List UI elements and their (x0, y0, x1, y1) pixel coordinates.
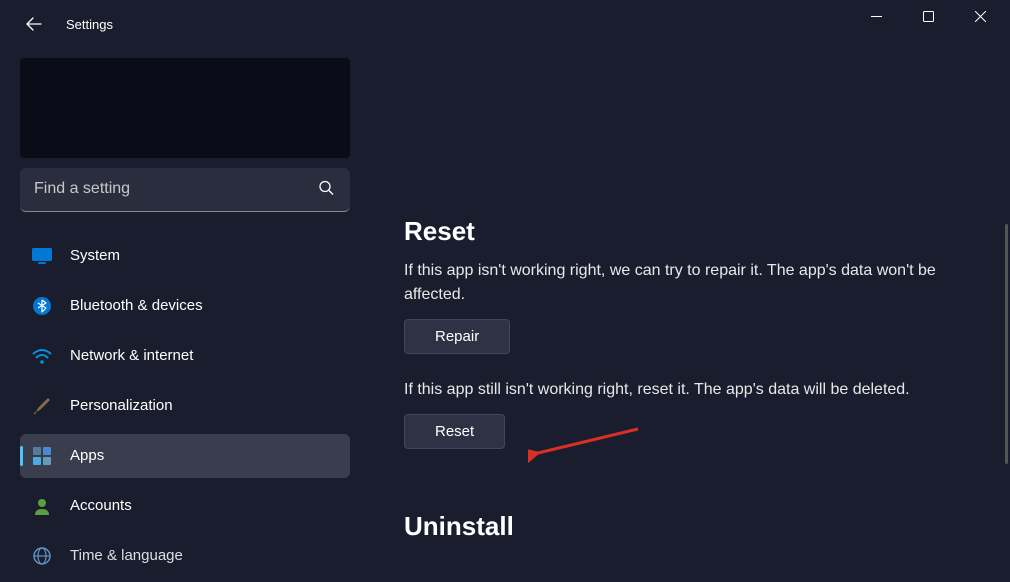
scrollbar[interactable] (1005, 224, 1008, 464)
sidebar-item-label: Apps (70, 447, 104, 464)
nav-list: System Bluetooth & devices Network & int… (20, 234, 350, 582)
reset-description: If this app still isn't working right, r… (404, 378, 970, 402)
window-title: Settings (66, 17, 113, 32)
search-box (20, 168, 350, 212)
reset-button[interactable]: Reset (404, 414, 505, 449)
globe-icon (32, 546, 52, 566)
person-icon (32, 496, 52, 516)
repair-description: If this app isn't working right, we can … (404, 259, 944, 307)
sidebar-item-time[interactable]: Time & language (20, 534, 350, 578)
user-area (20, 58, 350, 158)
apps-icon (32, 446, 52, 466)
close-icon (975, 11, 986, 22)
sidebar-item-apps[interactable]: Apps (20, 434, 350, 478)
minimize-icon (871, 11, 882, 22)
minimize-button[interactable] (850, 0, 902, 32)
sidebar-item-label: System (70, 247, 120, 264)
sidebar-item-label: Network & internet (70, 347, 193, 364)
search-icon (318, 179, 334, 200)
repair-button[interactable]: Repair (404, 319, 510, 354)
bluetooth-icon (32, 296, 52, 316)
uninstall-heading: Uninstall (404, 511, 970, 542)
sidebar-item-accounts[interactable]: Accounts (20, 484, 350, 528)
window-controls (850, 0, 1006, 32)
sidebar-item-system[interactable]: System (20, 234, 350, 278)
monitor-icon (32, 246, 52, 266)
sidebar-item-personalization[interactable]: Personalization (20, 384, 350, 428)
sidebar-item-network[interactable]: Network & internet (20, 334, 350, 378)
back-button[interactable] (18, 8, 50, 40)
search-input[interactable] (20, 168, 350, 212)
close-button[interactable] (954, 0, 1006, 32)
wifi-icon (32, 346, 52, 366)
sidebar: System Bluetooth & devices Network & int… (0, 48, 370, 582)
back-arrow-icon (26, 16, 42, 32)
sidebar-item-label: Bluetooth & devices (70, 297, 203, 314)
sidebar-item-label: Accounts (70, 497, 132, 514)
sidebar-item-bluetooth[interactable]: Bluetooth & devices (20, 284, 350, 328)
sidebar-item-label: Time & language (70, 547, 183, 564)
maximize-button[interactable] (902, 0, 954, 32)
maximize-icon (923, 11, 934, 22)
titlebar: Settings (0, 0, 1010, 48)
reset-heading: Reset (404, 216, 970, 247)
sidebar-item-label: Personalization (70, 397, 173, 414)
main-content: Reset If this app isn't working right, w… (370, 48, 1010, 582)
brush-icon (32, 396, 52, 416)
